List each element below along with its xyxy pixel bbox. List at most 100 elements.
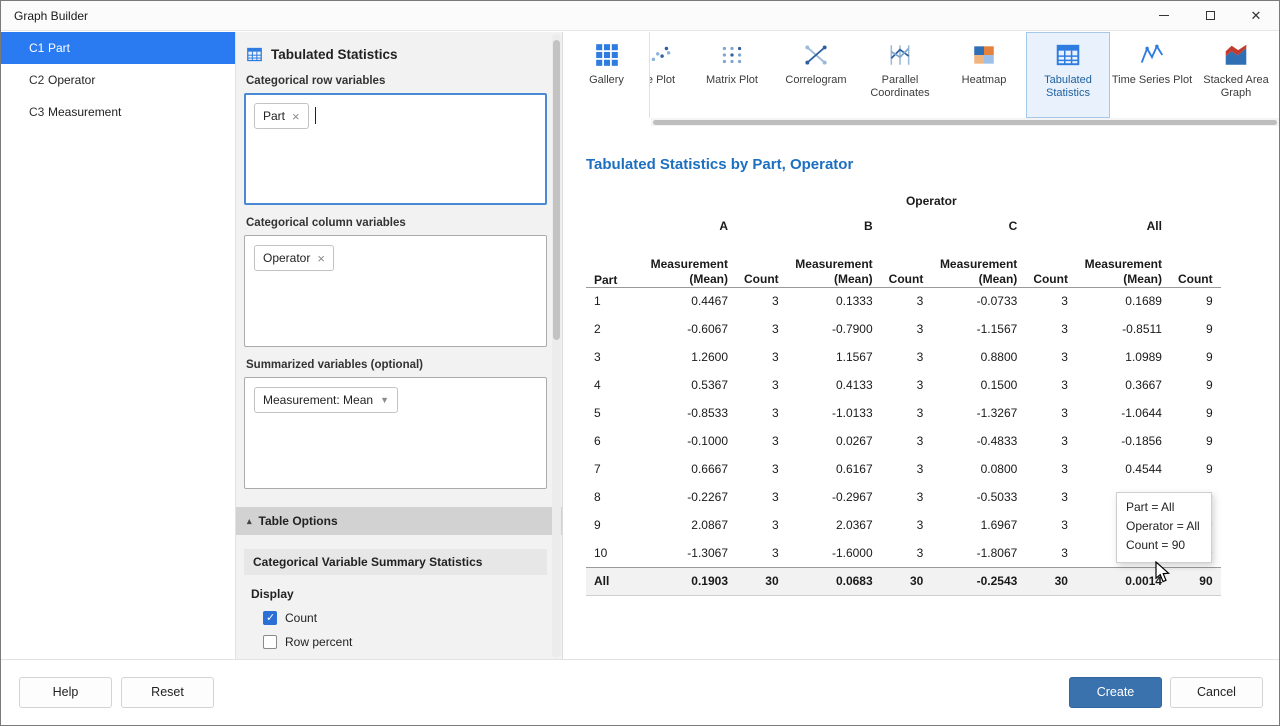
results-title: Tabulated Statistics by Part, Operator [586, 156, 1269, 173]
scatter-plot-icon [650, 41, 674, 69]
table-options-label: Table Options [259, 514, 338, 528]
sidebar-item-operator[interactable]: C2Operator [1, 64, 235, 96]
value-cell: -1.6000 [787, 539, 881, 567]
mean-column-header: Measurement(Mean) [642, 239, 736, 287]
mouse-cursor [1155, 561, 1173, 590]
value-cell: 3 [881, 483, 932, 511]
value-cell: 1.0989 [1076, 343, 1170, 371]
gallery-item-tabulated-statistics[interactable]: Tabulated Statistics [1026, 32, 1110, 118]
gallery-grid-icon [594, 41, 620, 69]
value-cell: 3 [881, 511, 932, 539]
group-labels-row: ABCAll [586, 213, 1221, 239]
column-id: C2 [1, 73, 48, 87]
stats-table-head: OperatorABCAllPartMeasurement(Mean)Count… [586, 189, 1221, 287]
cancel-button[interactable]: Cancel [1170, 677, 1263, 708]
part-cell: 9 [586, 511, 642, 539]
gallery-item-e-plot[interactable]: e Plot [650, 32, 690, 118]
value-cell: -0.2267 [642, 483, 736, 511]
table-row: 6-0.100030.02673-0.48333-0.18569 [586, 427, 1221, 455]
value-cell: 3 [1025, 539, 1076, 567]
gallery-item-label: Gallery [589, 74, 624, 87]
value-cell: 3 [736, 455, 787, 483]
variable-chip-measurement-mean[interactable]: Measurement: Mean ▼ [254, 387, 398, 413]
remove-chip-icon[interactable]: × [317, 252, 325, 265]
value-cell: 0.1689 [1076, 287, 1170, 315]
variable-chip-part[interactable]: Part× [254, 103, 309, 129]
create-button[interactable]: Create [1069, 677, 1162, 708]
gallery-scrollbar-thumb[interactable] [653, 120, 1277, 125]
value-cell: -1.3267 [931, 399, 1025, 427]
maximize-icon [1206, 11, 1215, 20]
value-cell: 3 [736, 399, 787, 427]
heatmap-icon [971, 41, 997, 69]
gallery-item-matrix-plot[interactable]: Matrix Plot [690, 32, 774, 118]
table-options-header[interactable]: ▴ Table Options [236, 507, 562, 535]
value-cell: 3 [1025, 399, 1076, 427]
value-cell: 2.0367 [787, 511, 881, 539]
gallery-item-time-series-plot[interactable]: Time Series Plot [1110, 32, 1194, 118]
row-variables-label: Categorical row variables [246, 75, 552, 87]
gallery-item-parallel-coordinates[interactable]: Parallel Coordinates [858, 32, 942, 118]
gallery-item-label: Parallel Coordinates [858, 74, 942, 100]
maximize-button[interactable] [1187, 1, 1233, 30]
group-label-b: B [787, 213, 881, 239]
gallery-horizontal-scrollbar[interactable] [651, 118, 1279, 126]
value-cell: 0.5367 [642, 371, 736, 399]
window-controls: ✕ [1141, 1, 1279, 30]
checkbox-count[interactable]: Count [263, 611, 552, 625]
column-variables-box[interactable]: Operator× [244, 235, 547, 347]
reset-button[interactable]: Reset [121, 677, 214, 708]
group-label-all: All [1076, 213, 1170, 239]
value-cell: 3 [1025, 287, 1076, 315]
gallery-item-correlogram[interactable]: Correlogram [774, 32, 858, 118]
checkbox-row-percent[interactable]: Row percent [263, 635, 552, 649]
checkbox-box[interactable] [263, 635, 277, 649]
checkbox-box[interactable] [263, 611, 277, 625]
panel-scrollbar[interactable] [552, 34, 561, 657]
value-cell: 9 [1170, 399, 1221, 427]
value-cell: 0.0267 [787, 427, 881, 455]
value-cell: 1.6967 [931, 511, 1025, 539]
value-cell: 0.1903 [642, 567, 736, 595]
sidebar-item-measurement[interactable]: C3Measurement [1, 96, 235, 128]
gallery-item-label: Time Series Plot [1112, 74, 1192, 87]
gallery-item-heatmap[interactable]: Heatmap [942, 32, 1026, 118]
mean-column-header: Measurement(Mean) [787, 239, 881, 287]
row-variables-box[interactable]: Part× [244, 93, 547, 205]
remove-chip-icon[interactable]: × [292, 110, 300, 123]
value-cell: 3 [1025, 371, 1076, 399]
help-button[interactable]: Help [19, 677, 112, 708]
gallery-item-stacked-area-graph[interactable]: Stacked Area Graph [1194, 32, 1278, 118]
close-button[interactable]: ✕ [1233, 1, 1279, 30]
row-label-header: Part [586, 239, 642, 287]
columns-list: C1PartC2OperatorC3Measurement [1, 32, 236, 659]
bottom-bar: Help Reset Create Cancel [1, 659, 1279, 725]
summarized-variables-label: Summarized variables (optional) [246, 359, 552, 371]
chip-label: Measurement: Mean [263, 393, 373, 407]
value-cell: 9 [1170, 287, 1221, 315]
minimize-icon [1159, 15, 1169, 16]
gallery-item-label: Matrix Plot [706, 74, 758, 87]
chevron-down-icon[interactable]: ▼ [380, 396, 389, 405]
value-cell: 0.8800 [931, 343, 1025, 371]
table-row: 40.536730.413330.150030.36679 [586, 371, 1221, 399]
count-column-header: Count [881, 239, 932, 287]
value-cell: -0.1856 [1076, 427, 1170, 455]
sidebar-item-part[interactable]: C1Part [1, 32, 235, 64]
value-cell: -0.2543 [931, 567, 1025, 595]
builder-title-row: Tabulated Statistics [246, 46, 552, 63]
value-cell: 9 [1170, 343, 1221, 371]
gallery-item-gallery[interactable]: Gallery [564, 32, 650, 118]
variable-chip-operator[interactable]: Operator× [254, 245, 334, 271]
time-series-icon [1139, 41, 1165, 69]
summarized-variables-box[interactable]: Measurement: Mean ▼ [244, 377, 547, 489]
value-cell: 3 [881, 539, 932, 567]
graph-builder-window: Graph Builder ✕ C1PartC2OperatorC3Measur… [0, 0, 1280, 726]
value-cell: -1.1567 [931, 315, 1025, 343]
gallery-item-label: Correlogram [785, 74, 846, 87]
minimize-button[interactable] [1141, 1, 1187, 30]
panel-scrollbar-thumb[interactable] [553, 40, 560, 340]
value-cell: 3 [881, 315, 932, 343]
tabulated-statistics-icon [246, 46, 263, 63]
display-label: Display [251, 587, 552, 601]
